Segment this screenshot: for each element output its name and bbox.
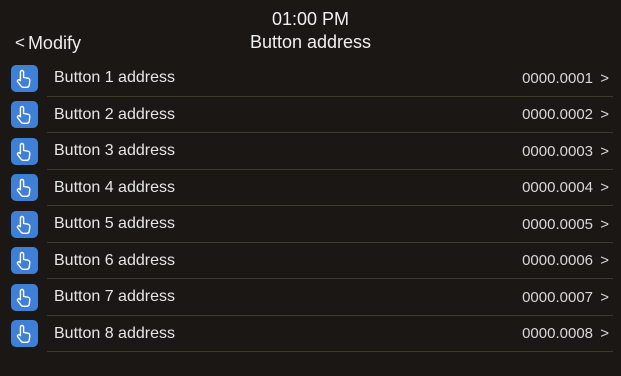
row-address-value: 0000.0007 (522, 288, 593, 306)
row-address-value: 0000.0003 (522, 142, 593, 160)
row-label: Button 5 address (54, 215, 175, 233)
list-item-button-4[interactable]: Button 4 address 0000.0004 > (0, 170, 621, 207)
list-item-button-2[interactable]: Button 2 address 0000.0002 > (0, 97, 621, 134)
list-item-button-3[interactable]: Button 3 address 0000.0003 > (0, 133, 621, 170)
chevron-right-icon: > (600, 142, 609, 160)
row-address-value: 0000.0004 (522, 179, 593, 197)
list-item-button-5[interactable]: Button 5 address 0000.0005 > (0, 206, 621, 243)
chevron-right-icon: > (600, 179, 609, 197)
chevron-right-icon: > (600, 69, 609, 87)
hand-pointer-icon (11, 64, 38, 92)
row-label: Button 6 address (54, 251, 175, 269)
row-label: Button 8 address (54, 324, 175, 342)
chevron-right-icon: > (600, 215, 609, 233)
row-label: Button 2 address (54, 105, 175, 123)
chevron-right-icon: > (600, 106, 609, 124)
hand-pointer-icon (11, 247, 38, 275)
row-address-value: 0000.0006 (522, 252, 593, 270)
chevron-right-icon: > (600, 252, 609, 270)
list-item-button-8[interactable]: Button 8 address 0000.0008 > (0, 316, 621, 353)
list-item-button-6[interactable]: Button 6 address 0000.0006 > (0, 243, 621, 280)
row-address-value: 0000.0002 (522, 106, 593, 124)
row-label: Button 1 address (54, 69, 175, 87)
clock-time: 01:00 PM (271, 9, 350, 29)
list-item-button-1[interactable]: Button 1 address 0000.0001 > (0, 60, 621, 97)
hand-pointer-icon (11, 210, 38, 238)
row-label: Button 3 address (54, 142, 175, 160)
hand-pointer-icon (11, 283, 38, 311)
hand-pointer-icon (11, 137, 38, 165)
list-item-button-7[interactable]: Button 7 address 0000.0007 > (0, 279, 621, 316)
hand-pointer-icon (11, 320, 38, 348)
hand-pointer-icon (11, 101, 38, 129)
button-address-list: Button 1 address 0000.0001 > Button 2 ad… (0, 60, 621, 352)
header-bar: < Modify 01:00 PM Button address (0, 0, 621, 56)
row-address-value: 0000.0001 (522, 69, 593, 87)
chevron-right-icon: > (600, 325, 609, 343)
row-address-value: 0000.0008 (522, 325, 593, 343)
row-label: Button 4 address (54, 178, 175, 196)
row-label: Button 7 address (54, 288, 175, 306)
chevron-right-icon: > (600, 288, 609, 306)
hand-pointer-icon (11, 174, 38, 202)
row-address-value: 0000.0005 (522, 215, 593, 233)
page-title: Button address (249, 32, 372, 52)
button-address-screen: < Modify 01:00 PM Button address Button … (0, 0, 621, 376)
